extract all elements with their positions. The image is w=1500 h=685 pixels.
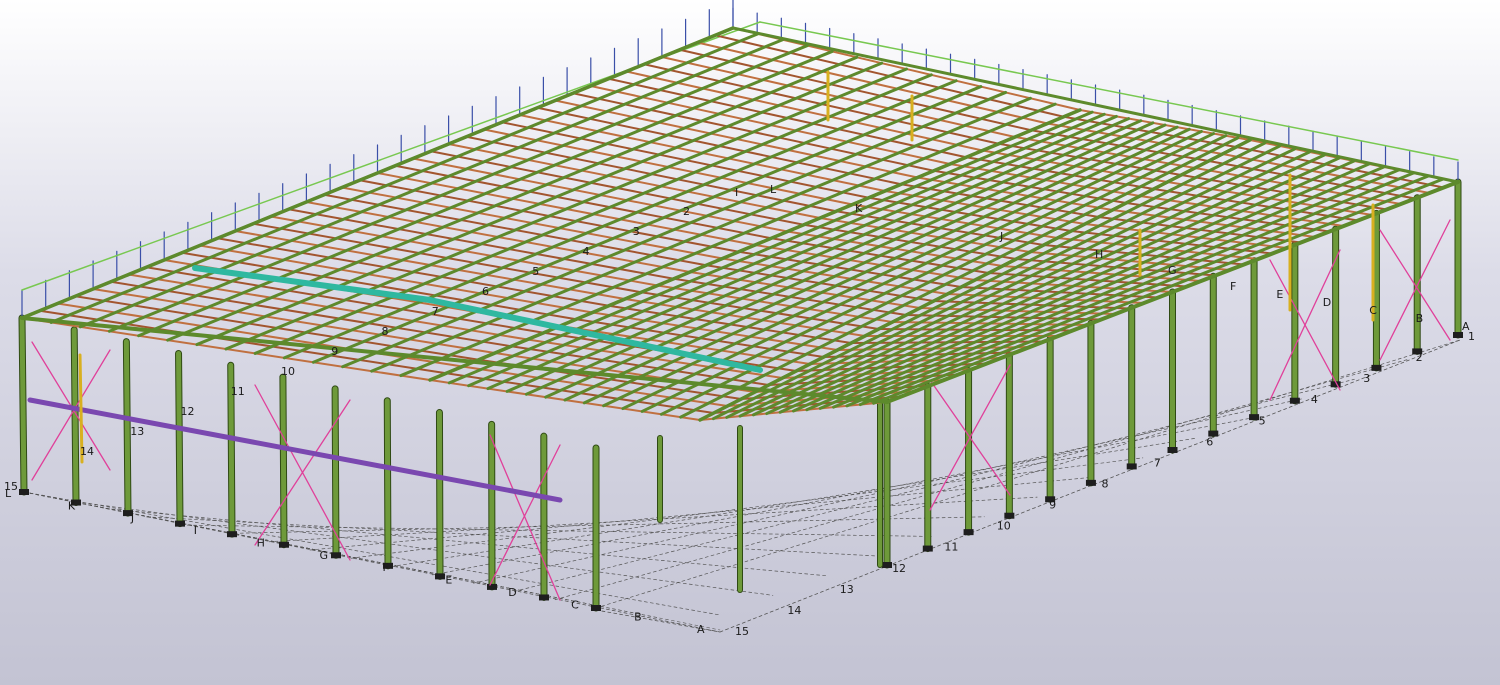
roof-grid-label: 12 (181, 405, 195, 418)
base-plate (1371, 364, 1382, 371)
column (71, 327, 79, 506)
roof-grid-label: 9 (331, 345, 338, 358)
roof-grid-label: 13 (130, 425, 144, 438)
grid-label-letter: C (571, 598, 579, 611)
steel-structure-3d-model[interactable]: 12 3 4 5 6 7 8 9 10 11 12 13 14 15 A B C D E F G H I J K L A B C D E F 1… (0, 0, 1500, 685)
base-plate (1085, 479, 1096, 486)
grid-label-number: 15 (4, 480, 18, 493)
grid-label-number: 9 (1049, 499, 1056, 512)
grid-label-number: 12 (892, 562, 906, 575)
ridge-label: I (735, 186, 738, 199)
ridge-label: J (999, 230, 1003, 243)
grid-label-number: 14 (787, 604, 801, 617)
grid-line (64, 499, 774, 596)
roof-grid-label: 14 (80, 445, 94, 458)
grid-line (105, 508, 827, 577)
bracing (489, 444, 561, 586)
grid-label-letter: D (508, 586, 516, 599)
roof-grid-label: 3 (633, 225, 640, 238)
model-viewport[interactable]: 1 2 3 4 5 6 7 8 9 10 11 12 13 14 15 A B C D E F G H I J K L A B C D E F 1… (0, 0, 1500, 685)
grid-label-letter: C (1369, 304, 1377, 317)
ridge-label: L (770, 183, 777, 196)
roof-rafter (107, 44, 809, 333)
eave-beam (20, 316, 889, 404)
base-plate (1249, 414, 1260, 421)
base-plate (922, 545, 933, 552)
base-plate (331, 552, 341, 559)
grid-label-letter: J (130, 512, 134, 525)
roof-grid-label: 7 (432, 305, 439, 318)
grid-label-letter: D (1323, 296, 1331, 309)
roof-grid-label: 10 (281, 365, 295, 378)
grid-label-number: 13 (840, 583, 854, 596)
grid-label-number: 7 (1154, 456, 1161, 469)
roof-grid-label: 4 (583, 245, 590, 258)
roof-grid-label: 2 (683, 205, 690, 218)
base-plate (435, 573, 445, 580)
eave-beam (20, 26, 735, 320)
grid-line (554, 359, 1408, 601)
base-plate (487, 583, 497, 590)
ridge-label: G (1168, 264, 1177, 277)
column (280, 374, 287, 548)
base-plate (1289, 397, 1300, 404)
roof-grid-label: 11 (231, 385, 245, 398)
grid-label-letter: H (257, 536, 265, 549)
grid-line (595, 339, 1461, 609)
grid-label-number: 4 (1311, 393, 1318, 406)
base-plate (539, 594, 549, 601)
roof-grid-label: 8 (382, 325, 389, 338)
column (332, 386, 339, 558)
grid-label-number: 15 (735, 625, 749, 638)
base-plate (882, 562, 892, 568)
grid-label-letter: K (68, 499, 76, 512)
roof-grid-label: 6 (482, 285, 489, 298)
base-plate (963, 529, 974, 536)
column (436, 410, 443, 579)
columns[interactable] (18, 0, 1463, 612)
roof-grid-label: 5 (532, 265, 539, 278)
grid-label-letter: A (697, 623, 705, 636)
grid-label-number: 6 (1206, 435, 1213, 448)
grid-label-letter: A (1462, 320, 1470, 333)
ridge-label: K (855, 202, 863, 215)
grid-line (227, 516, 985, 534)
roof-rafter (49, 32, 760, 324)
grid-line (309, 477, 1091, 551)
grid-label-letter: B (634, 611, 642, 624)
grid-line (350, 457, 1144, 559)
grid-label-letter: F (382, 561, 388, 574)
grid-label-letter: G (320, 549, 329, 562)
ridge-label: H (1095, 248, 1103, 261)
base-plate (591, 605, 601, 611)
base-plate (1126, 463, 1137, 470)
grid-label-letter: E (445, 574, 452, 587)
bracing (489, 434, 561, 601)
base-plate (175, 520, 185, 527)
base-plate (227, 531, 237, 538)
grid-label-letter: B (1416, 312, 1424, 325)
grid-label-letter: E (1276, 288, 1283, 301)
column (176, 350, 183, 527)
roof-rafter (78, 38, 785, 329)
column (123, 339, 131, 516)
grid-label-letter: F (1230, 280, 1236, 293)
grid-label-number: 2 (1416, 351, 1423, 364)
base-plate (1004, 512, 1015, 519)
parapet-frame (759, 21, 1459, 161)
base-plate (19, 489, 29, 495)
grid-label-number: 3 (1363, 372, 1370, 385)
grid-label-number: 5 (1259, 414, 1266, 427)
grid-label-number: 10 (997, 520, 1011, 533)
base-plate (1167, 447, 1178, 453)
grid-label-number: 11 (944, 541, 958, 554)
grid-label-letter: I (194, 524, 197, 537)
grid-label-number: 8 (1102, 478, 1109, 491)
bracing (1269, 249, 1341, 401)
base-plate (279, 541, 289, 548)
column (19, 315, 27, 495)
column (384, 398, 391, 569)
